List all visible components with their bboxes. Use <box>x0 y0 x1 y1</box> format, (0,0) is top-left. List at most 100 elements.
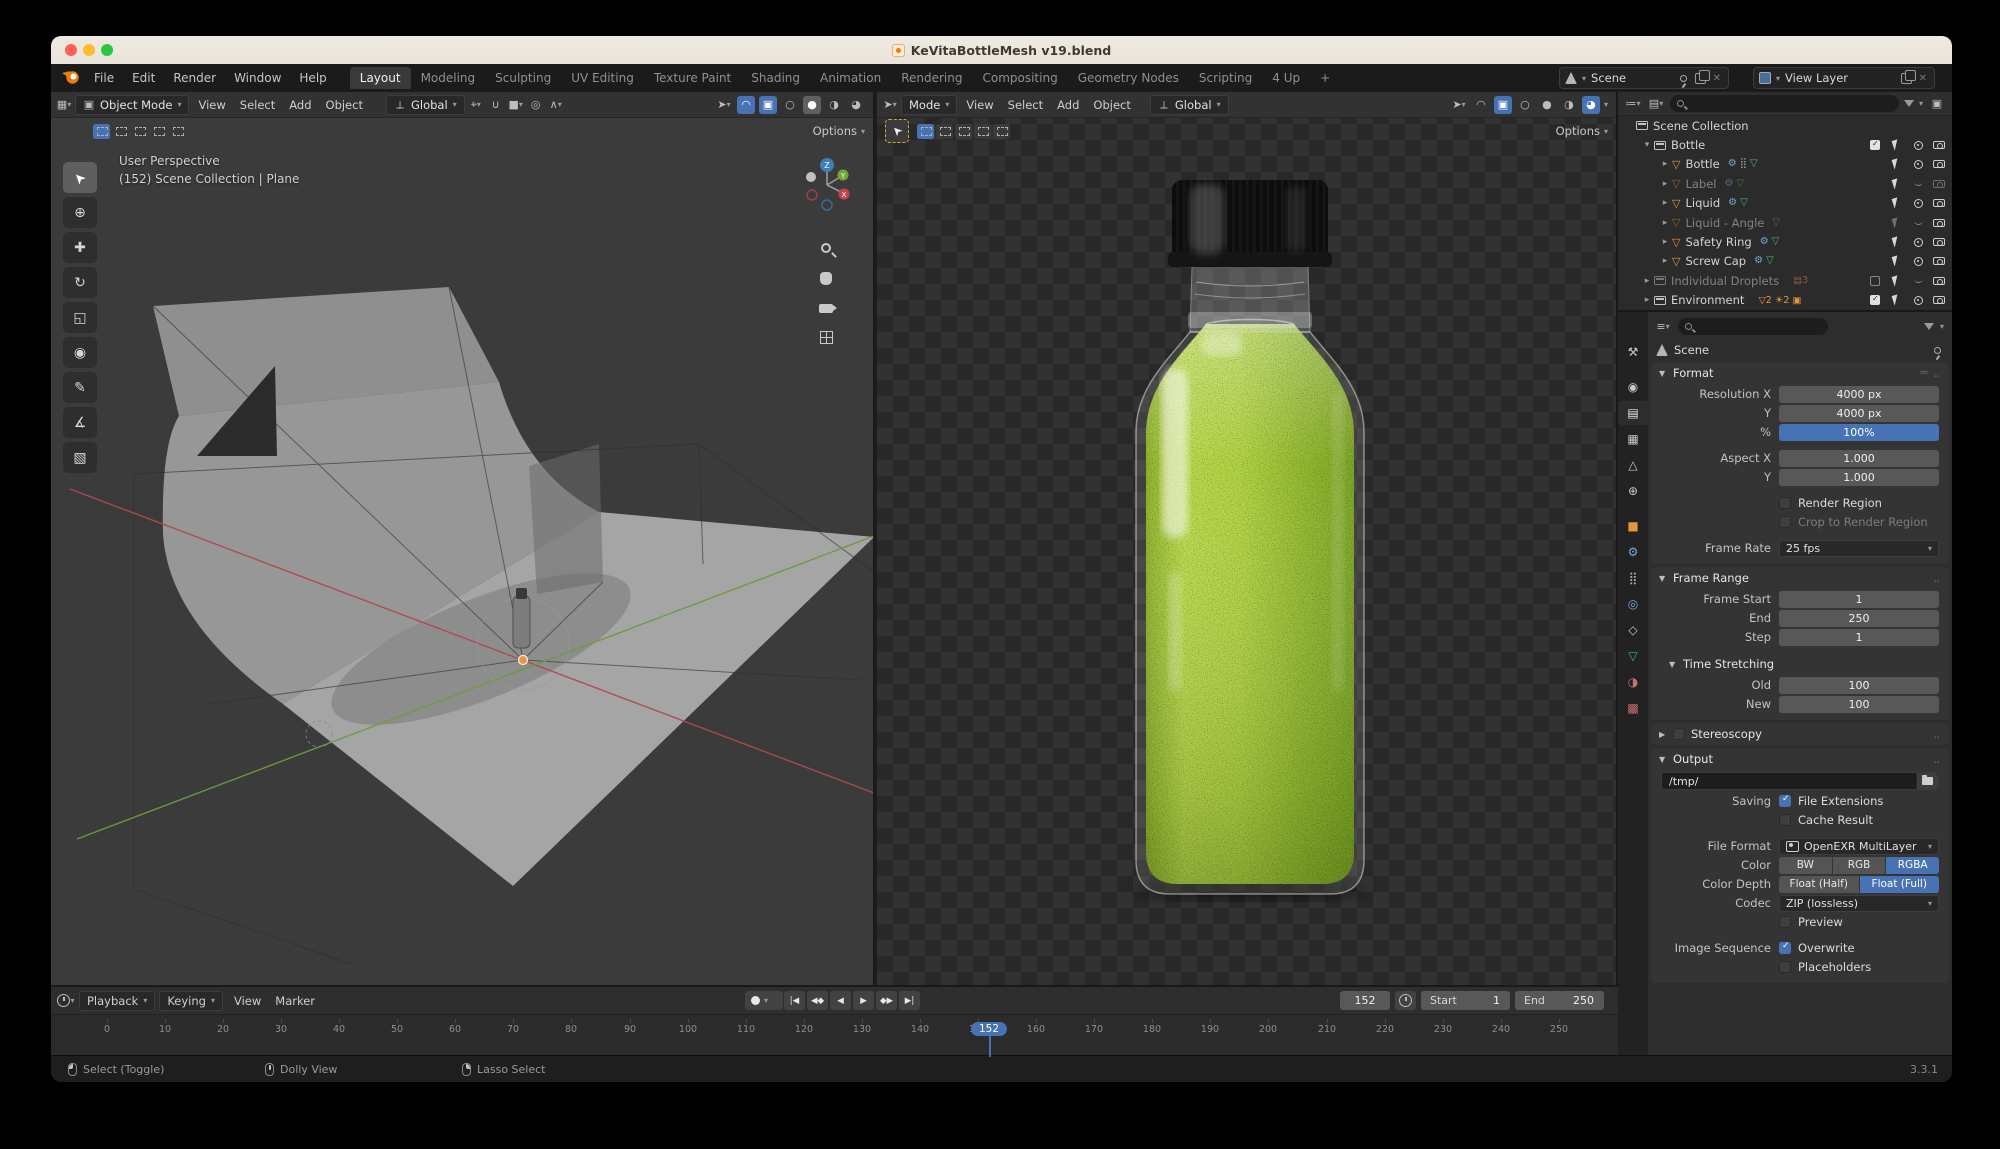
aspect-y-field[interactable]: 1.000 <box>1779 469 1939 486</box>
workspace-tab[interactable]: + <box>1310 67 1340 89</box>
frame-end-field[interactable]: End250 <box>1515 991 1604 1010</box>
minimize-window-button[interactable] <box>83 44 95 56</box>
disable-render-toggle[interactable] <box>1929 213 1949 232</box>
browse-folder-button[interactable] <box>1916 773 1938 789</box>
editor-type-icon[interactable]: ≡▾ <box>1654 317 1672 335</box>
format-panel-header[interactable]: ▼Format ≔ ⣀ <box>1651 362 1949 384</box>
workspace-tab[interactable]: Modeling <box>411 67 486 89</box>
menu-item[interactable]: Edit <box>123 68 164 88</box>
hide-viewport-toggle[interactable] <box>1908 252 1928 271</box>
object-name[interactable]: Liquid - Angle <box>1685 216 1764 230</box>
expand-icon[interactable]: ▸ <box>1658 256 1672 266</box>
new-scene-icon[interactable] <box>1695 73 1706 84</box>
workspace-tab[interactable]: Layout <box>350 67 411 89</box>
frame-end-field[interactable]: 250 <box>1779 610 1939 627</box>
viewport-menu-item[interactable]: Add <box>1050 95 1086 115</box>
outliner-row[interactable]: ▸ Environment ▽2 ☀2 ▣ <box>1618 291 1952 310</box>
select-mode-intersect-icon[interactable] <box>993 124 1010 139</box>
view-menu[interactable]: View <box>227 991 268 1011</box>
expand-icon[interactable]: ▸ <box>1640 276 1654 286</box>
select-mode-invert-icon[interactable] <box>150 124 167 139</box>
frame-start-field[interactable]: Start1 <box>1421 991 1510 1010</box>
scene-selector[interactable]: ▾ Scene ✕ <box>1559 67 1729 89</box>
transport-button[interactable]: |◀ <box>784 991 805 1010</box>
timeline-ruler[interactable]: 0102030405060708090100110120130140150160… <box>51 1015 1618 1057</box>
outliner-search-input[interactable] <box>1670 95 1899 112</box>
preset-icon[interactable]: ≔ ⣀ <box>1920 368 1941 378</box>
viewport-menu-item[interactable]: Add <box>282 95 318 115</box>
hide-viewport-toggle[interactable] <box>1908 174 1928 193</box>
navigation-gizmo[interactable]: Z Y X <box>795 153 859 217</box>
blender-logo-icon[interactable] <box>61 69 81 88</box>
workspace-tab[interactable]: Geometry Nodes <box>1068 67 1189 89</box>
menu-item[interactable]: Render <box>164 68 225 88</box>
expand-icon[interactable]: ▸ <box>1658 237 1672 247</box>
object-name[interactable]: Liquid <box>1685 196 1720 210</box>
viewport-options-dropdown[interactable]: Options ▾ <box>1556 124 1608 138</box>
selectable-toggle[interactable] <box>1886 252 1906 271</box>
playback-menu[interactable]: Playback▾ <box>79 991 155 1011</box>
pin-icon[interactable] <box>1934 347 1941 354</box>
select-mode-extend-icon[interactable] <box>936 124 953 139</box>
checkbox-toggle[interactable] <box>1865 291 1885 310</box>
chevron-down-icon[interactable]: ▾ <box>1940 322 1944 331</box>
file-extensions-checkbox[interactable] <box>1779 795 1791 807</box>
stereoscopy-checkbox[interactable] <box>1673 728 1685 740</box>
proportional-falloff-icon[interactable]: ∧▾ <box>547 96 565 114</box>
outliner-row[interactable]: ▸ ▽ Liquid <box>1618 194 1952 213</box>
properties-tab[interactable]: ◑ <box>1618 670 1648 694</box>
tool-button[interactable]: ✎ <box>63 372 97 403</box>
menu-item[interactable]: Help <box>290 68 335 88</box>
active-tool-icon[interactable]: ➤ <box>885 119 909 143</box>
show-gizmo-icon[interactable]: ➤▾ <box>715 96 733 114</box>
hide-viewport-toggle[interactable] <box>1908 155 1928 174</box>
viewport-menu-item[interactable]: Select <box>1001 95 1050 115</box>
preview-checkbox[interactable] <box>1779 916 1791 928</box>
transport-button[interactable]: ◀ <box>830 991 851 1010</box>
disable-render-toggle[interactable] <box>1929 291 1949 310</box>
select-mode-subtract-icon[interactable] <box>955 124 972 139</box>
mode-dropdown[interactable]: ▣ Object Mode ▾ <box>75 95 189 115</box>
expand-icon[interactable]: ▸ <box>1658 179 1672 189</box>
selectable-toggle[interactable] <box>1886 155 1906 174</box>
object-name[interactable]: Individual Droplets <box>1671 274 1779 288</box>
time-stretching-subpanel-header[interactable]: ▼Time Stretching <box>1651 653 1949 675</box>
workspace-tab[interactable]: Sculpting <box>485 67 561 89</box>
object-name[interactable]: Bottle <box>1671 138 1705 152</box>
shading-rendered-icon[interactable]: ◕ <box>847 96 865 114</box>
stereoscopy-panel-header[interactable]: ▶ Stereoscopy ⣀ <box>1651 723 1949 745</box>
workspace-tab[interactable]: UV Editing <box>561 67 644 89</box>
output-panel-header[interactable]: ▼Output ⣀ <box>1651 748 1949 770</box>
shading-solid-icon[interactable]: ● <box>1538 96 1556 114</box>
properties-search-input[interactable] <box>1678 318 1828 335</box>
filter-icon[interactable] <box>1904 100 1914 107</box>
tool-button[interactable]: ➤ <box>63 162 97 193</box>
keying-menu[interactable]: Keying▾ <box>159 991 223 1011</box>
resolution-percent-slider[interactable]: 100% <box>1779 424 1939 441</box>
tool-button[interactable]: ◱ <box>63 302 97 333</box>
outliner-row[interactable]: ▸ ▽ Bottle <box>1618 155 1952 174</box>
select-mode-new-icon[interactable] <box>93 124 110 139</box>
outliner-row[interactable]: ▸ Individual Droplets ▤3 <box>1618 271 1952 290</box>
render-region-checkbox[interactable] <box>1779 497 1791 509</box>
viewport-menu-item[interactable]: View <box>191 95 232 115</box>
pin-icon[interactable] <box>1680 75 1687 82</box>
tool-button[interactable]: ↻ <box>63 267 97 298</box>
editor-type-icon[interactable]: ➤▾ <box>881 96 899 114</box>
shading-wireframe-icon[interactable]: ○ <box>781 96 799 114</box>
disable-render-toggle[interactable] <box>1929 155 1949 174</box>
outliner-row[interactable]: Scene Collection <box>1618 116 1952 135</box>
expand-icon[interactable]: ▸ <box>1640 295 1654 305</box>
tool-button[interactable]: ⊕ <box>63 197 97 228</box>
viewport-menu-item[interactable]: Object <box>1086 95 1137 115</box>
select-mode-new-icon[interactable] <box>917 124 934 139</box>
color-depth-option[interactable]: Float (Full) <box>1860 876 1940 893</box>
properties-tab[interactable]: ◇ <box>1618 618 1648 642</box>
unlink-scene-icon[interactable]: ✕ <box>1711 73 1723 84</box>
resolution-x-field[interactable]: 4000 px <box>1779 386 1939 403</box>
mode-dropdown[interactable]: Mode ▾ <box>901 95 957 115</box>
color-mode-option[interactable]: BW <box>1779 857 1832 874</box>
menu-item[interactable]: Window <box>225 68 290 88</box>
ortho-toggle-icon[interactable] <box>815 326 837 348</box>
workspace-tab[interactable]: Compositing <box>972 67 1067 89</box>
